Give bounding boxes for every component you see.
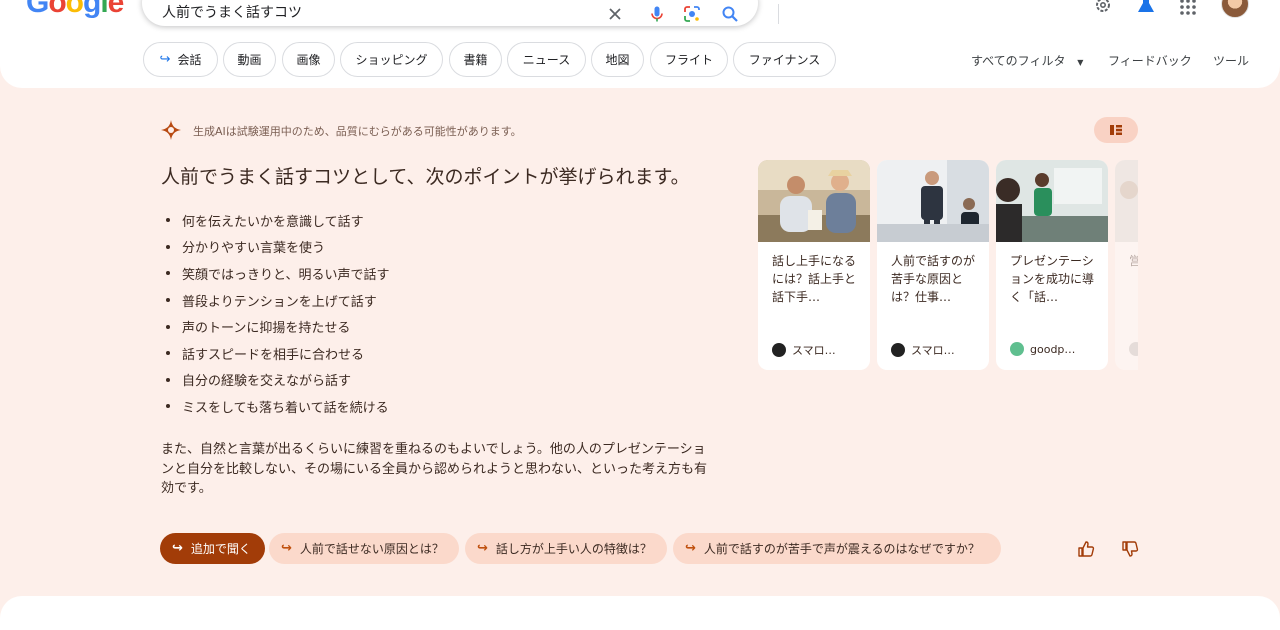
clear-icon[interactable] <box>606 5 624 23</box>
tab-label: フライト <box>664 53 713 67</box>
list-item: 笑顔ではっきりと、明るい声で話す <box>166 260 389 287</box>
logo-letter: G <box>26 0 49 19</box>
search-box[interactable]: 人前でうまく話すコツ <box>142 0 779 26</box>
tab-shopping[interactable]: ショッピング <box>340 42 443 77</box>
tab-videos[interactable]: 動画 <box>223 42 276 77</box>
follow-up-suggestion[interactable]: ↪ 人前で話すのが苦手で声が震えるのはなぜですか？ <box>673 533 1001 564</box>
suggestion-label: 人前で話すのが苦手で声が震えるのはなぜですか？ <box>703 542 980 556</box>
card-source <box>1129 342 1138 356</box>
arrow-return-icon: ↪ <box>281 541 292 556</box>
tab-maps[interactable]: 地図 <box>591 42 644 77</box>
card-title: 人前で話すのが苦手な原因とは？仕事… <box>891 254 976 304</box>
list-item: 普段よりテンションを上げて話す <box>166 287 389 314</box>
tab-flights[interactable]: フライト <box>650 42 728 77</box>
logo-letter: o <box>48 0 66 19</box>
tab-finance[interactable]: ファイナンス <box>733 42 836 77</box>
tab-label: 書籍 <box>463 53 488 67</box>
apps-grid-icon[interactable] <box>1178 0 1198 16</box>
card-title: 営… <box>1129 254 1138 268</box>
caret-down-icon: ▼ <box>1077 58 1084 67</box>
list-item: 分かりやすい言葉を使う <box>166 234 389 261</box>
ai-experimental-notice: 生成AIは試験運用中のため、品質にむらがある可能性があります。 <box>193 125 522 138</box>
follow-up-label: 追加で聞く <box>190 542 251 556</box>
card-source: goodp… <box>1010 342 1075 356</box>
search-divider <box>778 4 779 24</box>
logo-letter: l <box>100 0 108 19</box>
source-favicon-icon <box>1129 342 1138 356</box>
source-cards: 話し上手になるには？話上手と話下手… スマロ… 人前で話すのが苦手な原因とは？仕… <box>758 160 1138 372</box>
settings-gear-icon[interactable] <box>1093 0 1113 16</box>
google-logo[interactable]: Google <box>26 0 125 19</box>
feedback-link[interactable]: フィードバック <box>1108 52 1192 69</box>
all-filters-button[interactable]: すべてのフィルタ ▼ <box>971 52 1083 69</box>
card-thumbnail-image <box>996 160 1108 242</box>
list-item: 自分の経験を交えながら話す <box>166 367 389 394</box>
all-filters-label: すべてのフィルタ <box>971 54 1066 68</box>
header: Google 人前でうまく話すコツ ↪ 会話 動画 画像 ショッピング 書籍 ニ… <box>0 0 1280 88</box>
tab-label: 会話 <box>177 53 202 67</box>
card-source: スマロ… <box>772 342 836 358</box>
source-favicon-icon <box>1010 342 1024 356</box>
thumbs-up-icon[interactable] <box>1077 540 1095 558</box>
follow-up-suggestion[interactable]: ↪ 人前で話せない原因とは？ <box>269 533 459 564</box>
results-panel <box>0 596 1280 630</box>
arrow-return-icon: ↪ <box>477 541 488 556</box>
tips-list: 何を伝えたいかを意識して話す 分かりやすい言葉を使う 笑顔ではっきりと、明るい声… <box>166 207 389 420</box>
tab-books[interactable]: 書籍 <box>449 42 502 77</box>
microphone-icon[interactable] <box>648 5 666 23</box>
list-item: 何を伝えたいかを意識して話す <box>166 207 389 234</box>
card-thumbnail-image <box>1115 160 1138 242</box>
logo-letter: o <box>65 0 84 19</box>
source-card[interactable]: 営… <box>1115 160 1138 370</box>
layout-icon <box>1110 125 1122 135</box>
logo-letter: e <box>107 0 125 19</box>
tab-news[interactable]: ニュース <box>507 42 586 77</box>
ask-follow-up-button[interactable]: ↪ 追加で聞く <box>160 533 265 564</box>
source-card[interactable]: 人前で話すのが苦手な原因とは？仕事… スマロ… <box>877 160 989 370</box>
logo-letter: g <box>83 0 101 19</box>
ai-overview-heading: 人前でうまく話すコツとして、次のポイントが挙げられます。 <box>161 166 690 188</box>
thumbs-down-icon[interactable] <box>1121 540 1139 558</box>
source-favicon-icon <box>772 343 786 357</box>
source-card[interactable]: 話し上手になるには？話上手と話下手… スマロ… <box>758 160 870 370</box>
labs-flask-icon[interactable] <box>1136 0 1156 16</box>
source-name: スマロ… <box>792 344 836 357</box>
follow-up-suggestion[interactable]: ↪ 話し方が上手い人の特徴は？ <box>465 533 667 564</box>
tab-label: ニュース <box>522 53 571 67</box>
source-name: スマロ… <box>911 344 955 357</box>
card-thumbnail-image <box>758 160 870 242</box>
tab-label: ファイナンス <box>748 53 821 67</box>
ai-spark-icon <box>161 120 181 140</box>
source-favicon-icon <box>891 343 905 357</box>
arrow-return-icon: ↪ <box>159 52 171 67</box>
card-title: 話し上手になるには？話上手と話下手… <box>772 254 857 304</box>
tab-images[interactable]: 画像 <box>282 42 335 77</box>
search-icon[interactable] <box>721 5 739 23</box>
card-thumbnail-image <box>877 160 989 242</box>
tab-label: 動画 <box>237 53 262 67</box>
tab-label: 地図 <box>605 53 630 67</box>
tools-button[interactable]: ツール <box>1213 52 1249 69</box>
search-input[interactable]: 人前でうまく話すコツ <box>162 6 302 20</box>
suggestion-label: 人前で話せない原因とは？ <box>299 542 444 556</box>
tab-label: ショッピング <box>355 53 428 67</box>
source-name: goodp… <box>1030 342 1076 356</box>
list-item: ミスをしても落ち着いて話を続ける <box>166 393 389 420</box>
list-item: 声のトーンに抑揚を持たせる <box>166 313 389 340</box>
account-avatar[interactable] <box>1221 0 1249 18</box>
card-title: プレゼンテーションを成功に導く「話… <box>1010 254 1095 304</box>
tab-label: 画像 <box>296 53 321 67</box>
source-card[interactable]: プレゼンテーションを成功に導く「話… goodp… <box>996 160 1108 370</box>
suggestion-label: 話し方が上手い人の特徴は？ <box>495 542 652 556</box>
google-lens-icon[interactable] <box>683 5 701 23</box>
layout-toggle-button[interactable] <box>1094 117 1138 143</box>
arrow-return-icon: ↪ <box>172 541 183 556</box>
arrow-return-icon: ↪ <box>685 541 696 556</box>
tab-conversation[interactable]: ↪ 会話 <box>143 42 218 77</box>
list-item: 話すスピードを相手に合わせる <box>166 340 389 367</box>
card-source: スマロ… <box>891 342 955 358</box>
ai-summary-paragraph: また、自然と言葉が出るくらいに練習を重ねるのもよいでしょう。他の人のプレゼンテー… <box>161 442 708 496</box>
